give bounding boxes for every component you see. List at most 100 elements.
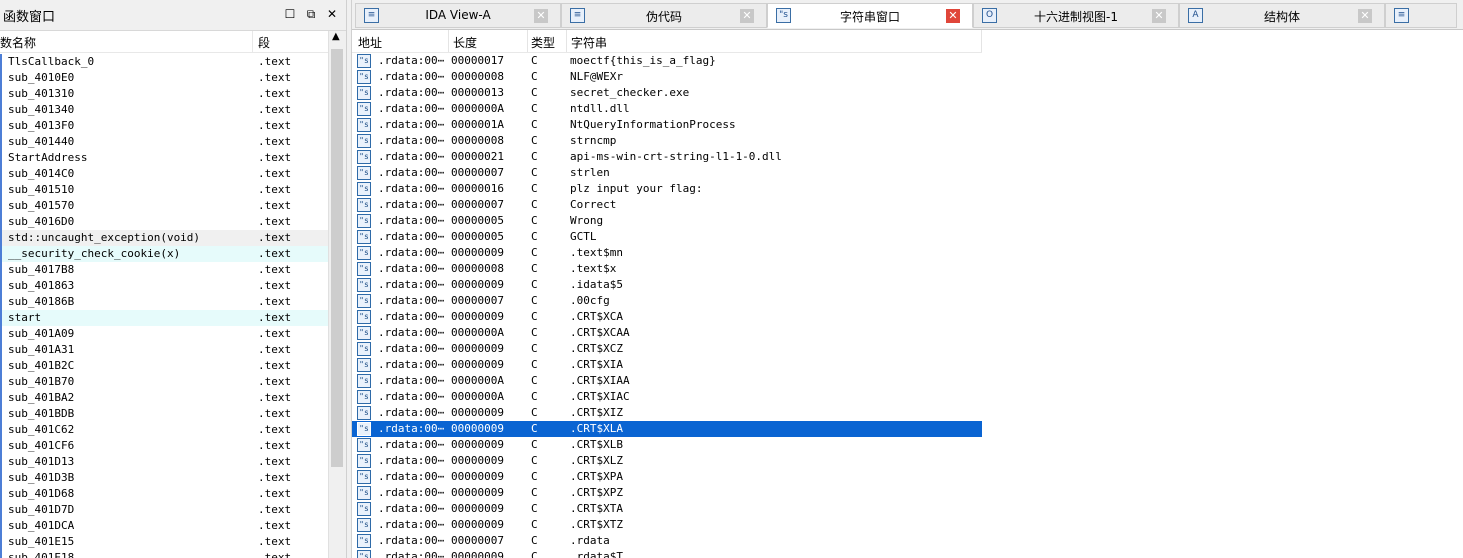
string-row[interactable]: "s .rdata:00⋯ 00000009 C .CRT$XIZ (352, 405, 982, 421)
column-header-name[interactable]: 数名称 (0, 34, 36, 51)
scrollbar-thumb[interactable] (331, 49, 343, 467)
tab-text-view[interactable]: ≡ IDA View-A ✕ (355, 3, 561, 28)
string-row[interactable]: "s .rdata:00⋯ 00000009 C .CRT$XTA (352, 501, 982, 517)
tab-struct[interactable]: A 结构体 ✕ (1179, 3, 1385, 28)
function-row[interactable]: sub_401A09 .text (0, 326, 328, 342)
string-row[interactable]: "s .rdata:00⋯ 00000007 C .rdata (352, 533, 982, 549)
function-row[interactable]: std::uncaught_exception(void) .text (0, 230, 328, 246)
function-row[interactable]: sub_401E18 .text (0, 550, 328, 558)
column-header-length[interactable]: 长度 (453, 34, 477, 51)
string-row[interactable]: "s .rdata:00⋯ 00000007 C .00cfg (352, 293, 982, 309)
string-type: C (531, 278, 538, 291)
close-tab-icon[interactable]: ✕ (946, 9, 960, 23)
string-row[interactable]: "s .rdata:00⋯ 0000000A Cntdll.dll (352, 101, 982, 117)
string-length: 00000009 (451, 342, 504, 355)
string-address: .rdata:00⋯ (378, 134, 445, 147)
string-row[interactable]: "s .rdata:00⋯ 0000001A C NtQueryInformationP… (352, 117, 982, 133)
string-row[interactable]: "s .rdata:00⋯ 0000000A C .CRT$XCAA (352, 325, 982, 341)
string-icon: "s (357, 358, 371, 372)
function-row[interactable]: sub_401570 .text (0, 198, 328, 214)
string-row[interactable]: "s .rdata:00⋯ 00000008 C NLF@WEXr (352, 69, 982, 85)
string-row[interactable]: "s .rdata:00⋯ 00000021 Capi-ms-win-crt-stri… (352, 149, 982, 165)
function-row[interactable]: sub_401340 .text (0, 102, 328, 118)
functions-scrollbar[interactable]: ▲ (328, 31, 346, 558)
tab-label: IDA View-A (425, 8, 491, 22)
column-divider[interactable] (981, 30, 982, 52)
tab-bar: ≡ IDA View-A ✕ ≡ 伪代码 ✕ "s 字符串窗口 ✕ O 十六进制视图-1 ✕ A 结构体 ✕… (352, 0, 1463, 30)
function-row[interactable]: sub_401D13 .text (0, 454, 328, 470)
function-row[interactable]: sub_401BA2 .text (0, 390, 328, 406)
column-header-address[interactable]: 地址 (358, 34, 382, 51)
string-row[interactable]: "s .rdata:00⋯ 00000009 C .CRT$XCZ (352, 341, 982, 357)
string-row[interactable]: "s .rdata:00⋯ 00000009 C .text$mn (352, 245, 982, 261)
string-row[interactable]: "s .rdata:00⋯ 00000008 C .text$x (352, 261, 982, 277)
function-row[interactable]: sub_401D3B .text (0, 470, 328, 486)
close-tab-icon[interactable]: ✕ (1358, 9, 1372, 23)
tab-strings[interactable]: "s 字符串窗口 ✕ (767, 3, 973, 28)
function-row[interactable]: sub_4010E0 .text (0, 70, 328, 86)
string-row[interactable]: "s .rdata:00⋯ 00000009 C .CRT$XLB (352, 437, 982, 453)
column-divider[interactable] (448, 30, 449, 52)
function-row[interactable]: sub_4013F0 .text (0, 118, 328, 134)
function-row[interactable]: start .text (0, 310, 328, 326)
close-tab-icon[interactable]: ✕ (534, 9, 548, 23)
function-row[interactable]: sub_401B2C .text (0, 358, 328, 374)
column-header-type[interactable]: 类型 (531, 34, 555, 51)
function-row[interactable]: sub_401C62 .text (0, 422, 328, 438)
function-row[interactable]: sub_40186B .text (0, 294, 328, 310)
string-row[interactable]: "s .rdata:00⋯ 00000008 Cstrncmp (352, 133, 982, 149)
string-address: .rdata:00⋯ (378, 230, 445, 243)
function-row[interactable]: sub_401A31 .text (0, 342, 328, 358)
function-row[interactable]: sub_401B70 .text (0, 374, 328, 390)
string-row[interactable]: "s .rdata:00⋯ 00000005 C Wrong (352, 213, 982, 229)
function-row[interactable]: TlsCallback_0 .text (0, 54, 328, 70)
tab-pseudocode[interactable]: ≡ 伪代码 ✕ (561, 3, 767, 28)
function-row[interactable]: sub_401510 .text (0, 182, 328, 198)
string-row[interactable]: "s .rdata:00⋯ 00000005 C GCTL (352, 229, 982, 245)
string-row[interactable]: "s .rdata:00⋯ 00000009 C .CRT$XLA (352, 421, 982, 437)
function-row[interactable]: sub_401863 .text (0, 278, 328, 294)
function-row[interactable]: sub_401DCA .text (0, 518, 328, 534)
column-divider[interactable] (252, 31, 253, 52)
function-row[interactable]: __security_check_cookie(x) .text (0, 246, 328, 262)
maximize-icon[interactable]: ☐ (282, 6, 298, 22)
string-row[interactable]: "s .rdata:00⋯ 00000009 C .idata$5 (352, 277, 982, 293)
string-row[interactable]: "s .rdata:00⋯ 00000009 C .CRT$XPA (352, 469, 982, 485)
close-tab-icon[interactable]: ✕ (1152, 9, 1166, 23)
string-row[interactable]: "s .rdata:00⋯ 00000009 C .CRT$XTZ (352, 517, 982, 533)
function-row[interactable]: sub_4014C0 .text (0, 166, 328, 182)
string-row[interactable]: "s .rdata:00⋯ 00000009 C .CRT$XCA (352, 309, 982, 325)
tab-overflow[interactable]: ≡ (1385, 3, 1457, 28)
string-row[interactable]: "s .rdata:00⋯ 00000007 C Correct (352, 197, 982, 213)
string-row[interactable]: "s .rdata:00⋯ 00000007 Cstrlen (352, 165, 982, 181)
scroll-up-icon[interactable]: ▲ (332, 31, 340, 42)
column-header-segment[interactable]: 段 (258, 34, 270, 51)
string-row[interactable]: "s .rdata:00⋯ 0000000A C .CRT$XIAA (352, 373, 982, 389)
function-row[interactable]: sub_401D7D .text (0, 502, 328, 518)
string-row[interactable]: "s .rdata:00⋯ 00000017 Cmoectf{this_is_a_fl… (352, 53, 982, 69)
column-divider[interactable] (566, 30, 567, 52)
string-row[interactable]: "s .rdata:00⋯ 00000016 Cplz input your flag… (352, 181, 982, 197)
tab-hex[interactable]: O 十六进制视图-1 ✕ (973, 3, 1179, 28)
restore-icon[interactable]: ⧉ (303, 6, 319, 22)
function-row[interactable]: sub_401CF6 .text (0, 438, 328, 454)
string-icon: "s (357, 54, 371, 68)
close-tab-icon[interactable]: ✕ (740, 9, 754, 23)
string-row[interactable]: "s .rdata:00⋯ 00000009 C .rdata$T (352, 549, 982, 558)
string-row[interactable]: "s .rdata:00⋯ 00000009 C .CRT$XLZ (352, 453, 982, 469)
column-divider[interactable] (527, 30, 528, 52)
function-row[interactable]: sub_4017B8 .text (0, 262, 328, 278)
close-icon[interactable]: ✕ (324, 6, 340, 22)
function-row[interactable]: sub_4016D0 .text (0, 214, 328, 230)
function-row[interactable]: sub_401E15 .text (0, 534, 328, 550)
function-row[interactable]: sub_401440 .text (0, 134, 328, 150)
string-row[interactable]: "s .rdata:00⋯ 00000013 Csecret_checker.exe (352, 85, 982, 101)
function-row[interactable]: sub_401BDB .text (0, 406, 328, 422)
function-row[interactable]: sub_401D68 .text (0, 486, 328, 502)
function-row[interactable]: StartAddress .text (0, 150, 328, 166)
string-row[interactable]: "s .rdata:00⋯ 00000009 C .CRT$XPZ (352, 485, 982, 501)
string-row[interactable]: "s .rdata:00⋯ 0000000A C .CRT$XIAC (352, 389, 982, 405)
column-header-string[interactable]: 字符串 (571, 34, 607, 51)
string-row[interactable]: "s .rdata:00⋯ 00000009 C .CRT$XIA (352, 357, 982, 373)
function-row[interactable]: sub_401310 .text (0, 86, 328, 102)
